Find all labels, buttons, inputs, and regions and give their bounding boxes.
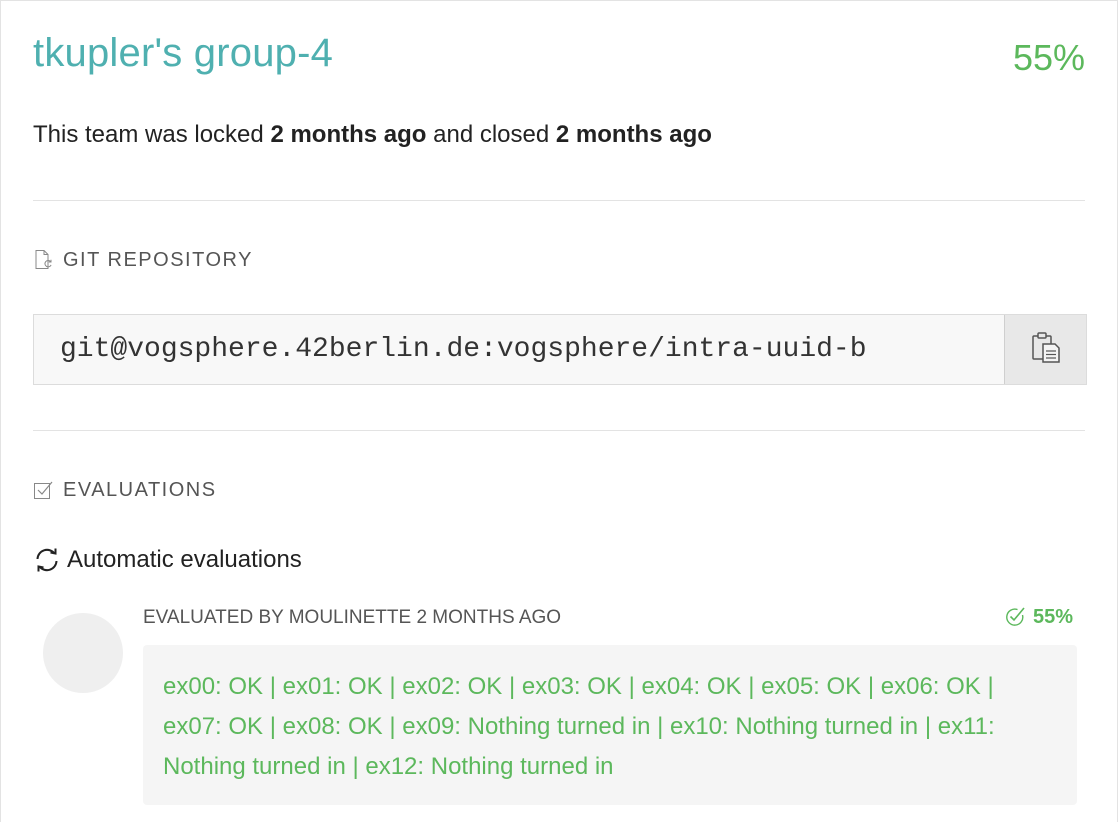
file-sync-icon [33, 249, 55, 271]
evaluation-feedback: ex00: OK | ex01: OK | ex02: OK | ex03: O… [143, 645, 1077, 805]
evaluations-title: EVALUATIONS [63, 478, 217, 501]
team-status: This team was locked 2 months ago and cl… [33, 121, 712, 149]
avatar [43, 613, 123, 693]
check-circle-icon [1003, 605, 1027, 629]
evaluator-line: EVALUATED BY MOULINETTE 2 MONTHS AGO [143, 607, 562, 628]
team-name[interactable]: tkupler's group-4 [33, 31, 333, 76]
refresh-icon [33, 546, 61, 574]
closed-ago: 2 months ago [555, 121, 712, 148]
team-header: tkupler's group-4 55% [33, 31, 1085, 81]
checkbox-icon [33, 479, 55, 501]
automatic-evaluations-heading: Automatic evaluations [33, 546, 302, 574]
divider [33, 430, 1085, 431]
status-middle: and closed [433, 121, 550, 148]
team-card: tkupler's group-4 55% This team was lock… [0, 0, 1118, 822]
locked-ago: 2 months ago [270, 121, 427, 148]
team-score: 55% [1012, 37, 1085, 78]
status-prefix: This team was locked [33, 121, 264, 148]
clipboard-copy-icon [1028, 329, 1064, 370]
repo-url-field[interactable]: git@vogsphere.42berlin.de:vogsphere/intr… [34, 315, 1004, 384]
evaluations-heading: EVALUATIONS [33, 477, 217, 503]
git-repository-title: GIT REPOSITORY [63, 248, 253, 271]
evaluation-score-value: 55% [1032, 605, 1073, 628]
divider [33, 200, 1085, 201]
automatic-evaluations-title: Automatic evaluations [67, 546, 302, 573]
repo-url-box: git@vogsphere.42berlin.de:vogsphere/intr… [33, 314, 1087, 385]
copy-url-button[interactable] [1004, 315, 1086, 384]
git-repository-heading: GIT REPOSITORY [33, 247, 253, 273]
evaluation-score: 55% [1003, 605, 1073, 629]
